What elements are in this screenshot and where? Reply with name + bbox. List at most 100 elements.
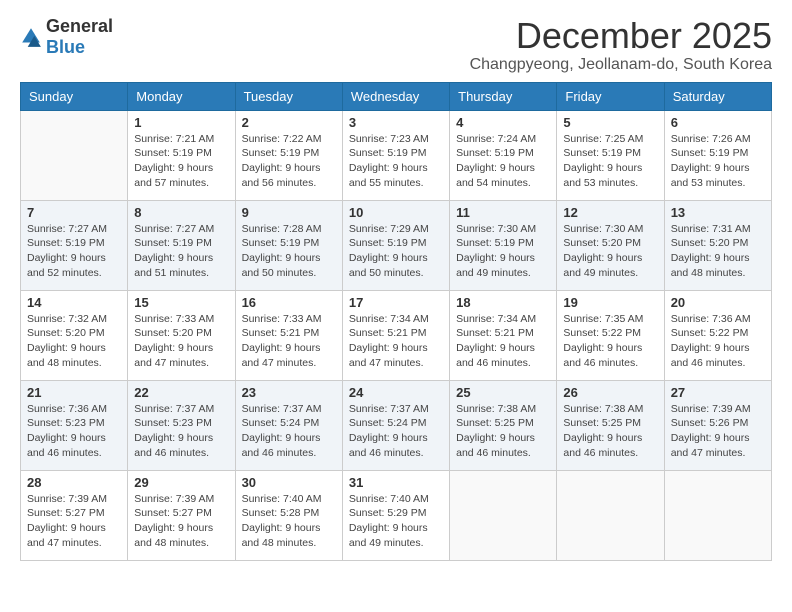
day-number: 4 <box>456 115 550 130</box>
calendar-cell-4-4: 24 Sunrise: 7:37 AMSunset: 5:24 PMDayligh… <box>342 380 449 470</box>
calendar-cell-5-2: 29 Sunrise: 7:39 AMSunset: 5:27 PMDayligh… <box>128 470 235 560</box>
day-detail: Sunrise: 7:31 AMSunset: 5:20 PMDaylight:… <box>671 222 765 281</box>
weekday-header-saturday: Saturday <box>664 82 771 110</box>
week-row-2: 7 Sunrise: 7:27 AMSunset: 5:19 PMDaylight… <box>21 200 772 290</box>
month-title: December 2025 <box>470 16 772 56</box>
calendar-cell-3-4: 17Sunrise: 7:34 AMSunset: 5:21 PMDayligh… <box>342 290 449 380</box>
calendar-cell-3-2: 15 Sunrise: 7:33 AMSunset: 5:20 PMDayligh… <box>128 290 235 380</box>
day-detail: Sunrise: 7:34 AMSunset: 5:21 PMDaylight:… <box>349 312 443 371</box>
day-number: 7 <box>27 205 121 220</box>
calendar-cell-1-6: 5 Sunrise: 7:25 AMSunset: 5:19 PMDaylight… <box>557 110 664 200</box>
day-number: 15 <box>134 295 228 310</box>
day-detail: Sunrise: 7:25 AMSunset: 5:19 PMDaylight:… <box>563 132 657 191</box>
calendar-cell-1-1 <box>21 110 128 200</box>
calendar-cell-2-6: 12 Sunrise: 7:30 AMSunset: 5:20 PMDayligh… <box>557 200 664 290</box>
day-number: 28 <box>27 475 121 490</box>
day-number: 29 <box>134 475 228 490</box>
calendar-cell-5-6 <box>557 470 664 560</box>
calendar-cell-1-5: 4 Sunrise: 7:24 AMSunset: 5:19 PMDaylight… <box>450 110 557 200</box>
calendar-cell-2-2: 8 Sunrise: 7:27 AMSunset: 5:19 PMDaylight… <box>128 200 235 290</box>
day-number: 27 <box>671 385 765 400</box>
calendar-cell-3-1: 14 Sunrise: 7:32 AMSunset: 5:20 PMDayligh… <box>21 290 128 380</box>
week-row-4: 21 Sunrise: 7:36 AMSunset: 5:23 PMDayligh… <box>21 380 772 470</box>
day-detail: Sunrise: 7:32 AMSunset: 5:20 PMDaylight:… <box>27 312 121 371</box>
day-detail: Sunrise: 7:39 AMSunset: 5:27 PMDaylight:… <box>134 492 228 551</box>
day-detail: Sunrise: 7:24 AMSunset: 5:19 PMDaylight:… <box>456 132 550 191</box>
day-detail: Sunrise: 7:27 AMSunset: 5:19 PMDaylight:… <box>134 222 228 281</box>
day-detail: Sunrise: 7:26 AMSunset: 5:19 PMDaylight:… <box>671 132 765 191</box>
calendar-cell-5-5 <box>450 470 557 560</box>
day-detail: Sunrise: 7:40 AMSunset: 5:28 PMDaylight:… <box>242 492 336 551</box>
day-number: 10 <box>349 205 443 220</box>
day-number: 22 <box>134 385 228 400</box>
logo-text: General Blue <box>46 16 113 58</box>
calendar-cell-5-3: 30 Sunrise: 7:40 AMSunset: 5:28 PMDayligh… <box>235 470 342 560</box>
day-number: 21 <box>27 385 121 400</box>
calendar-cell-1-4: 3Sunrise: 7:23 AMSunset: 5:19 PMDaylight… <box>342 110 449 200</box>
calendar-cell-5-4: 31 Sunrise: 7:40 AMSunset: 5:29 PMDayligh… <box>342 470 449 560</box>
week-row-3: 14 Sunrise: 7:32 AMSunset: 5:20 PMDayligh… <box>21 290 772 380</box>
day-detail: Sunrise: 7:29 AMSunset: 5:19 PMDaylight:… <box>349 222 443 281</box>
day-detail: Sunrise: 7:30 AMSunset: 5:20 PMDaylight:… <box>563 222 657 281</box>
calendar-cell-1-2: 1Sunrise: 7:21 AMSunset: 5:19 PMDaylight… <box>128 110 235 200</box>
day-number: 24 <box>349 385 443 400</box>
calendar-cell-2-4: 10 Sunrise: 7:29 AMSunset: 5:19 PMDayligh… <box>342 200 449 290</box>
day-detail: Sunrise: 7:36 AMSunset: 5:23 PMDaylight:… <box>27 402 121 461</box>
day-number: 12 <box>563 205 657 220</box>
day-detail: Sunrise: 7:38 AMSunset: 5:25 PMDaylight:… <box>456 402 550 461</box>
day-detail: Sunrise: 7:37 AMSunset: 5:24 PMDaylight:… <box>349 402 443 461</box>
day-number: 30 <box>242 475 336 490</box>
day-number: 5 <box>563 115 657 130</box>
weekday-header-wednesday: Wednesday <box>342 82 449 110</box>
day-detail: Sunrise: 7:37 AMSunset: 5:24 PMDaylight:… <box>242 402 336 461</box>
calendar-cell-1-7: 6 Sunrise: 7:26 AMSunset: 5:19 PMDaylight… <box>664 110 771 200</box>
day-number: 13 <box>671 205 765 220</box>
day-detail: Sunrise: 7:36 AMSunset: 5:22 PMDaylight:… <box>671 312 765 371</box>
week-row-5: 28 Sunrise: 7:39 AMSunset: 5:27 PMDayligh… <box>21 470 772 560</box>
calendar-cell-2-1: 7 Sunrise: 7:27 AMSunset: 5:19 PMDaylight… <box>21 200 128 290</box>
weekday-header-thursday: Thursday <box>450 82 557 110</box>
calendar-cell-3-3: 16Sunrise: 7:33 AMSunset: 5:21 PMDayligh… <box>235 290 342 380</box>
day-number: 9 <box>242 205 336 220</box>
day-detail: Sunrise: 7:38 AMSunset: 5:25 PMDaylight:… <box>563 402 657 461</box>
week-row-1: 1Sunrise: 7:21 AMSunset: 5:19 PMDaylight… <box>21 110 772 200</box>
day-detail: Sunrise: 7:30 AMSunset: 5:19 PMDaylight:… <box>456 222 550 281</box>
day-detail: Sunrise: 7:34 AMSunset: 5:21 PMDaylight:… <box>456 312 550 371</box>
calendar-table: SundayMondayTuesdayWednesdayThursdayFrid… <box>20 82 772 561</box>
day-detail: Sunrise: 7:33 AMSunset: 5:20 PMDaylight:… <box>134 312 228 371</box>
location-title: Changpyeong, Jeollanam-do, South Korea <box>470 56 772 74</box>
day-detail: Sunrise: 7:28 AMSunset: 5:19 PMDaylight:… <box>242 222 336 281</box>
day-number: 14 <box>27 295 121 310</box>
day-number: 16 <box>242 295 336 310</box>
day-number: 23 <box>242 385 336 400</box>
day-number: 3 <box>349 115 443 130</box>
calendar-cell-2-5: 11 Sunrise: 7:30 AMSunset: 5:19 PMDayligh… <box>450 200 557 290</box>
day-number: 11 <box>456 205 550 220</box>
calendar-cell-4-6: 26Sunrise: 7:38 AMSunset: 5:25 PMDayligh… <box>557 380 664 470</box>
day-number: 31 <box>349 475 443 490</box>
day-detail: Sunrise: 7:27 AMSunset: 5:19 PMDaylight:… <box>27 222 121 281</box>
weekday-header-tuesday: Tuesday <box>235 82 342 110</box>
weekday-header-row: SundayMondayTuesdayWednesdayThursdayFrid… <box>21 82 772 110</box>
calendar-cell-5-7 <box>664 470 771 560</box>
day-number: 6 <box>671 115 765 130</box>
calendar-cell-4-3: 23 Sunrise: 7:37 AMSunset: 5:24 PMDayligh… <box>235 380 342 470</box>
day-number: 18 <box>456 295 550 310</box>
calendar-cell-5-1: 28Sunrise: 7:39 AMSunset: 5:27 PMDayligh… <box>21 470 128 560</box>
calendar-cell-2-3: 9 Sunrise: 7:28 AMSunset: 5:19 PMDaylight… <box>235 200 342 290</box>
weekday-header-friday: Friday <box>557 82 664 110</box>
day-number: 8 <box>134 205 228 220</box>
calendar-cell-1-3: 2 Sunrise: 7:22 AMSunset: 5:19 PMDaylight… <box>235 110 342 200</box>
day-detail: Sunrise: 7:37 AMSunset: 5:23 PMDaylight:… <box>134 402 228 461</box>
calendar-cell-4-2: 22 Sunrise: 7:37 AMSunset: 5:23 PMDayligh… <box>128 380 235 470</box>
weekday-header-monday: Monday <box>128 82 235 110</box>
calendar-cell-3-5: 18 Sunrise: 7:34 AMSunset: 5:21 PMDayligh… <box>450 290 557 380</box>
weekday-header-sunday: Sunday <box>21 82 128 110</box>
logo-icon <box>20 26 42 48</box>
day-detail: Sunrise: 7:40 AMSunset: 5:29 PMDaylight:… <box>349 492 443 551</box>
day-detail: Sunrise: 7:22 AMSunset: 5:19 PMDaylight:… <box>242 132 336 191</box>
day-number: 20 <box>671 295 765 310</box>
day-detail: Sunrise: 7:21 AMSunset: 5:19 PMDaylight:… <box>134 132 228 191</box>
day-number: 2 <box>242 115 336 130</box>
calendar-cell-2-7: 13 Sunrise: 7:31 AMSunset: 5:20 PMDayligh… <box>664 200 771 290</box>
